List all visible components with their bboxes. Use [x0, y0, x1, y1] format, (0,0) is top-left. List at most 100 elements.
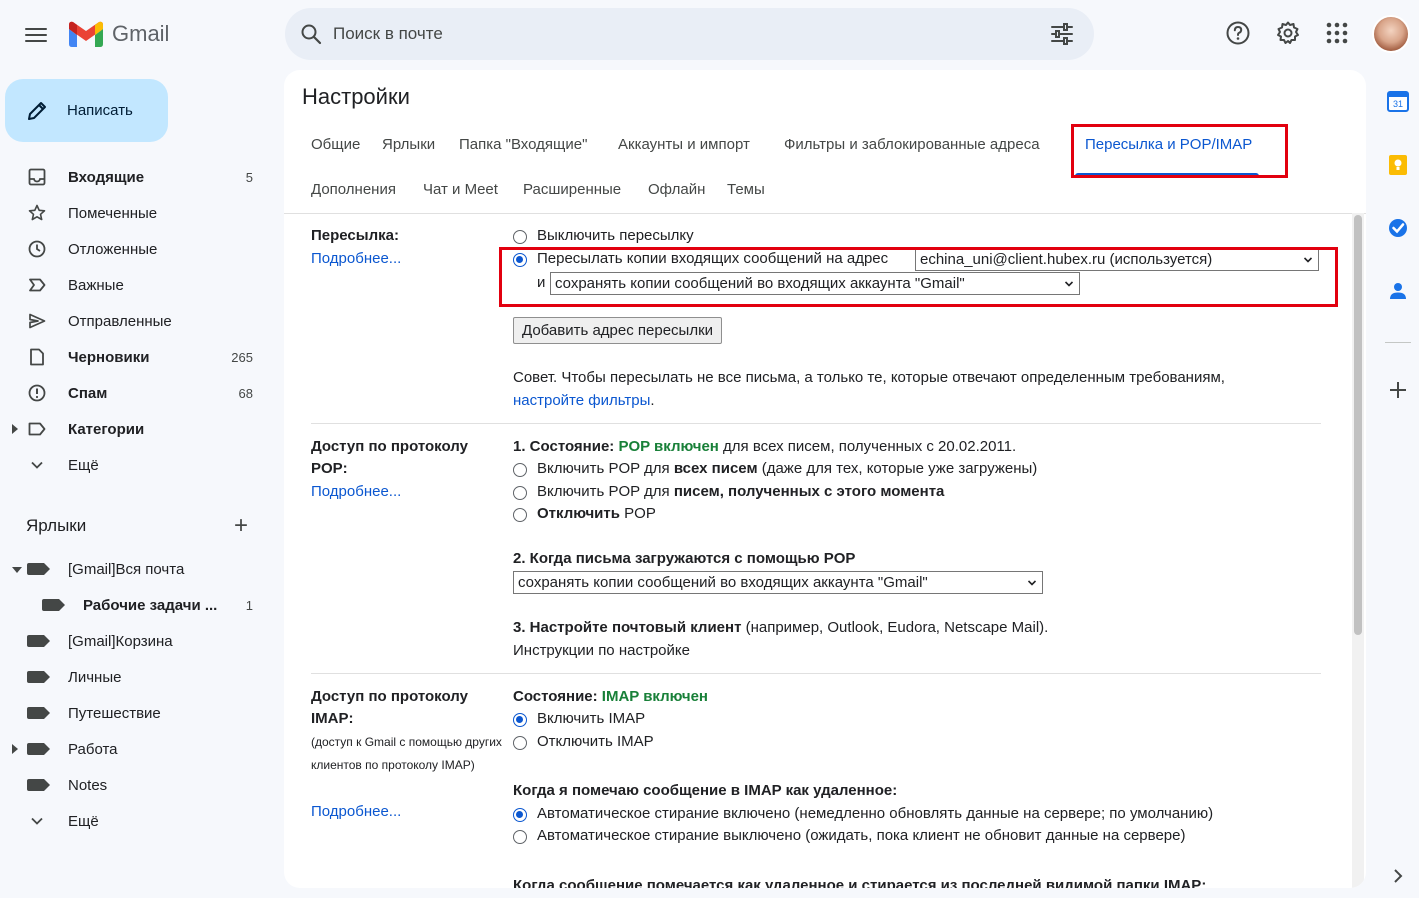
main-menu-button[interactable] — [22, 22, 50, 48]
section-divider — [311, 423, 1321, 424]
imap-status-prefix: Состояние: — [513, 688, 598, 705]
chevron-right-icon[interactable] — [1386, 864, 1410, 888]
tab-chat-meet[interactable]: Чат и Meet — [423, 181, 498, 198]
imap-enable-radio[interactable] — [513, 713, 527, 727]
pop-title: Доступ по протоколу POP: — [311, 438, 468, 477]
sidebar-item-snoozed[interactable]: Отложенные — [0, 233, 268, 265]
search-icon[interactable] — [299, 22, 323, 46]
sidebar-item-label: Входящие — [68, 168, 145, 186]
expand-caret-icon[interactable] — [12, 424, 18, 434]
label-item-more[interactable]: Ещё — [0, 805, 268, 837]
pop-action-select[interactable]: сохранять копии сообщений во входящих ак… — [513, 571, 1043, 594]
chevron-down-icon — [31, 461, 43, 469]
tab-themes[interactable]: Темы — [727, 181, 765, 198]
label-count: 1 — [245, 597, 253, 613]
draft-icon — [30, 348, 44, 366]
compose-button[interactable]: Написать — [5, 79, 168, 142]
label-item-work[interactable]: Работа — [0, 733, 268, 765]
tab-accounts[interactable]: Аккаунты и импорт — [618, 136, 750, 153]
sidebar-item-label: Черновики — [68, 348, 150, 366]
pop-opt1-b: всех писем — [673, 460, 758, 477]
imap-auto-expunge-on-label: Автоматическое стирание включено (немедл… — [537, 805, 1214, 822]
pop-action-value: сохранять копии сообщений во входящих ак… — [518, 574, 928, 591]
search-input[interactable] — [333, 22, 1013, 46]
pop-when-title: 2. Когда письма загружаются с помощью PO… — [513, 550, 856, 567]
star-icon — [28, 204, 46, 221]
pop-opt3-a: Отключить — [537, 505, 620, 522]
tab-addons[interactable]: Дополнения — [311, 181, 396, 198]
spam-icon — [28, 384, 46, 402]
sidebar-item-categories[interactable]: Категории — [0, 413, 268, 445]
contacts-icon[interactable] — [1386, 279, 1410, 303]
rail-divider — [1385, 342, 1411, 343]
clock-icon — [28, 240, 46, 258]
pop-status-suffix: для всех писем, полученных с 20.02.2011. — [723, 438, 1017, 455]
forwarding-disable-radio[interactable] — [513, 230, 527, 244]
label-item-travel[interactable]: Путешествие — [0, 697, 268, 729]
forwarding-tip: Совет. Чтобы пересылать не все письма, а… — [513, 369, 1225, 386]
section-divider — [311, 673, 1321, 674]
calendar-icon[interactable]: 31 — [1386, 89, 1410, 113]
account-avatar[interactable] — [1372, 15, 1410, 53]
search-options-icon[interactable] — [1049, 21, 1075, 47]
svg-text:31: 31 — [1393, 99, 1403, 109]
pop-opt1-c: (даже для тех, которые уже загружены) — [761, 460, 1038, 477]
scrollbar[interactable] — [1352, 213, 1364, 888]
sidebar-item-starred[interactable]: Помеченные — [0, 197, 268, 229]
add-addon-icon[interactable] — [1386, 378, 1410, 402]
pop-more-link[interactable]: Подробнее... — [311, 481, 401, 503]
sidebar-item-sent[interactable]: Отправленные — [0, 305, 268, 337]
label-item-personal[interactable]: Личные — [0, 661, 268, 693]
tab-inbox[interactable]: Папка "Входящие" — [459, 136, 587, 153]
pop-setup-instructions-link[interactable]: Инструкции по настройке — [513, 640, 690, 662]
collapse-caret-icon[interactable] — [12, 567, 22, 573]
keep-icon[interactable] — [1386, 153, 1410, 177]
add-forwarding-address-button[interactable]: Добавить адрес пересылки — [513, 317, 723, 344]
forwarding-more-link[interactable]: Подробнее... — [311, 248, 401, 270]
label-icon — [27, 779, 50, 791]
apps-grid-icon[interactable] — [1324, 20, 1350, 46]
forwarding-tip-line2: настройте фильтры. — [513, 390, 655, 412]
add-label-icon[interactable]: + — [234, 514, 248, 538]
label-item-work-tasks[interactable]: Рабочие задачи ... 1 — [0, 589, 268, 621]
scrollbar-thumb[interactable] — [1354, 215, 1362, 635]
spam-count: 68 — [238, 385, 253, 401]
search-bar[interactable] — [285, 8, 1094, 60]
pencil-icon — [28, 101, 46, 120]
tab-labels[interactable]: Ярлыки — [382, 136, 435, 153]
expand-caret-icon[interactable] — [12, 744, 18, 754]
tasks-icon[interactable] — [1386, 216, 1410, 240]
tab-offline[interactable]: Офлайн — [648, 181, 705, 198]
imap-more-link[interactable]: Подробнее... — [311, 801, 401, 823]
gmail-logo[interactable]: Gmail — [68, 17, 169, 51]
tab-advanced[interactable]: Расширенные — [523, 181, 621, 198]
sidebar-item-drafts[interactable]: Черновики 265 — [0, 341, 268, 373]
label-name: [Gmail]Вся почта — [68, 560, 185, 578]
label-item-notes[interactable]: Notes — [0, 769, 268, 801]
label-item-all-mail[interactable]: [Gmail]Вся почта — [0, 553, 268, 585]
pop-new-mail-label: Включить POP для писем, полученных с это… — [537, 481, 944, 503]
help-icon[interactable] — [1225, 20, 1251, 46]
tab-general[interactable]: Общие — [311, 136, 360, 153]
sidebar-item-spam[interactable]: Спам 68 — [0, 377, 268, 409]
label-name: Личные — [68, 668, 122, 686]
sidebar-item-inbox[interactable]: Входящие 5 — [0, 161, 268, 193]
sidebar-item-label: Отправленные — [68, 312, 172, 330]
pop-status-prefix: 1. Состояние: — [513, 438, 615, 455]
label-item-trash[interactable]: [Gmail]Корзина — [0, 625, 268, 657]
pop-disable-radio[interactable] — [513, 508, 527, 522]
imap-disable-radio[interactable] — [513, 736, 527, 750]
tab-filters[interactable]: Фильтры и заблокированные адреса — [784, 136, 1040, 153]
configure-filters-link[interactable]: настройте фильтры — [513, 392, 650, 409]
imap-auto-expunge-off-radio[interactable] — [513, 830, 527, 844]
pop-opt2-b: писем, полученных с этого момента — [673, 483, 945, 500]
settings-gear-icon[interactable] — [1275, 20, 1301, 46]
pop-all-mail-radio[interactable] — [513, 463, 527, 477]
sidebar-item-label: Спам — [68, 384, 108, 402]
page-title: Настройки — [302, 84, 410, 109]
pop-new-mail-radio[interactable] — [513, 486, 527, 500]
sidebar-item-important[interactable]: Важные — [0, 269, 268, 301]
sidebar-item-more[interactable]: Ещё — [0, 449, 268, 481]
imap-auto-expunge-on-radio[interactable] — [513, 808, 527, 822]
label-icon — [27, 563, 50, 575]
